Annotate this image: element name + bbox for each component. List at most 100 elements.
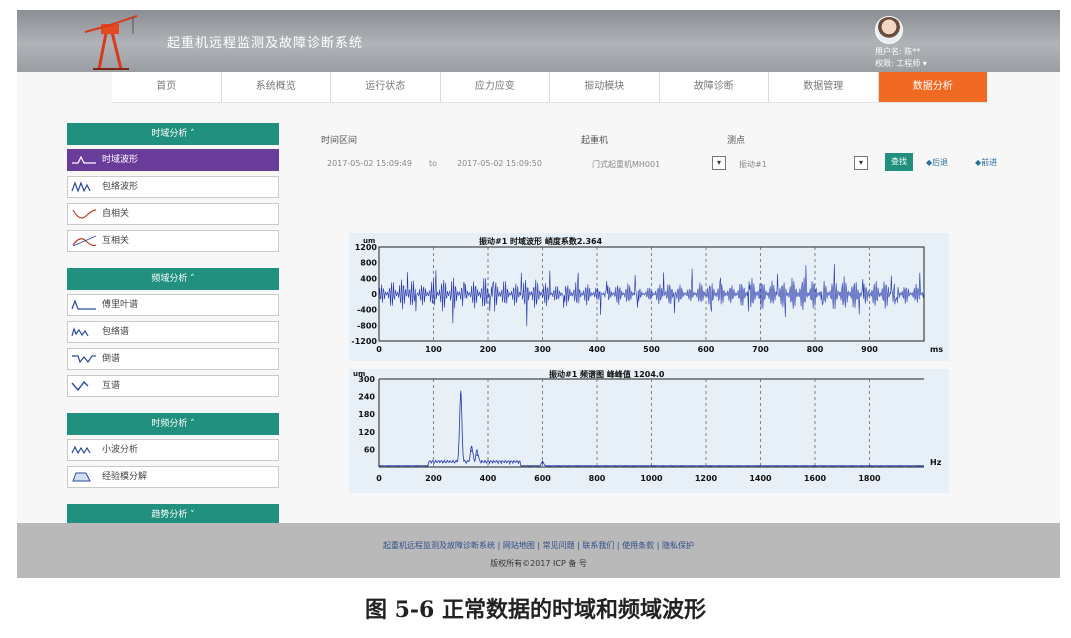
y-tick-label: 400 [360, 274, 377, 283]
peak-point [541, 461, 544, 464]
y-tick-label: 60 [364, 445, 376, 454]
sidebar-item-label: 时域波形 [102, 155, 139, 165]
crane-label: 起重机 [581, 136, 609, 146]
sidebar-item-label: 傅里叶谱 [102, 300, 139, 310]
x-tick-label: 1400 [749, 474, 772, 483]
envelope-spectrum-icon [71, 327, 89, 337]
sidebar-item-envelope-spectrum[interactable]: 包络谱 [67, 321, 279, 343]
x-axis-unit: ms [930, 345, 943, 354]
crane-logo [84, 15, 138, 70]
y-tick-label: -400 [357, 306, 377, 315]
tab-home[interactable]: 首页 [112, 72, 221, 102]
tab-vibration[interactable]: 振动模块 [549, 72, 659, 102]
peak-point [470, 450, 473, 452]
chevron-down-icon[interactable]: ▾ [854, 156, 868, 170]
fourier-spectrum-icon [71, 299, 96, 310]
x-tick-label: 800 [807, 345, 824, 354]
x-axis-unit: Hz [930, 458, 942, 467]
tab-stress-strain[interactable]: 应力应变 [439, 72, 550, 102]
cepstrum-icon [72, 355, 96, 364]
x-tick-label: 800 [589, 474, 606, 483]
end-time-input[interactable]: 2017-05-02 15:09:50 [457, 159, 542, 168]
time-separator: to [429, 159, 438, 168]
tab-system-overview[interactable]: 系统概览 [220, 72, 331, 102]
group-header-frequency-analysis[interactable]: 频域分析 ˄ [67, 268, 279, 290]
header: 起重机远程监测及故障诊断系统 用户名: 陈** 权限: 工程师 ▾ [17, 10, 1060, 72]
autocorrelation-icon [72, 209, 97, 219]
x-tick-label: 400 [589, 345, 606, 354]
sidebar-item-autocorrelation[interactable]: 自相关 [67, 203, 279, 225]
sidebar-item-cross-spectrum[interactable]: 互谱 [67, 375, 279, 397]
sidebar-item-label: 互谱 [102, 381, 121, 391]
sidebar-item-time-wave[interactable]: 时域波形 [67, 149, 279, 171]
forward-button[interactable]: ◆前进 [975, 157, 997, 168]
user-avatar[interactable] [875, 16, 903, 44]
sidebar: 时域分析 ˄ 时域波形 包络波形 自相关 互相关 频域分析 ˄ 傅里叶谱 包络谱… [67, 123, 279, 542]
back-button[interactable]: ◆后退 [926, 157, 948, 168]
tab-data-analysis[interactable]: 数据分析 [877, 72, 987, 102]
sidebar-group-frequency: 频域分析 ˄ 傅里叶谱 包络谱 倒谱 互谱 [67, 268, 279, 397]
sidebar-item-emd[interactable]: 经验模分解 [67, 466, 279, 488]
crosscorrelation-icon [72, 235, 97, 247]
app-title: 起重机远程监测及故障诊断系统 [167, 36, 364, 51]
wavelet-icon [71, 445, 91, 455]
sidebar-item-label: 自相关 [102, 209, 130, 219]
time-wave-icon [72, 155, 96, 164]
frequency-spectrum-chart: 0 200 400 600 800 1000 1200 1400 1600 18003002401… [353, 369, 942, 483]
sidebar-item-fourier[interactable]: 傅里叶谱 [67, 294, 279, 316]
y-axis-unit: um [363, 237, 375, 245]
sidebar-item-label: 小波分析 [102, 445, 139, 455]
y-axis-unit: um [353, 370, 365, 378]
x-tick-label: 900 [861, 345, 878, 354]
y-tick-label: 240 [358, 393, 375, 402]
footer: 起重机远程监测及故障诊断系统 | 网站地图 | 常见问题 | 联系我们 | 使用… [17, 523, 1060, 578]
y-tick-label: -1200 [351, 337, 377, 346]
time-domain-chart: 0 100 200 300 400 500 600 700 800 90012008004000-… [351, 236, 943, 354]
x-tick-label: 700 [752, 345, 769, 354]
x-tick-label: 200 [425, 474, 442, 483]
sidebar-item-label: 包络波形 [102, 182, 139, 192]
x-tick-label: 400 [480, 474, 497, 483]
group-header-time-frequency-analysis[interactable]: 时频分析 ˄ [67, 413, 279, 435]
x-tick-label: 200 [480, 345, 497, 354]
user-name: 用户名: 陈** [875, 47, 921, 56]
footer-links[interactable]: 起重机远程监测及故障诊断系统 | 网站地图 | 常见问题 | 联系我们 | 使用… [17, 540, 1060, 551]
figure-caption: 图 5-6 正常数据的时域和频域波形 [364, 597, 707, 623]
time-range-label: 时间区间 [321, 136, 358, 146]
sidebar-item-label: 包络谱 [102, 327, 130, 337]
tab-fault-diagnosis[interactable]: 故障诊断 [658, 72, 769, 102]
main-content: 时间区间 2017-05-02 15:09:49 to 2017-05-02 1… [309, 123, 1039, 518]
cross-spectrum-icon [71, 380, 89, 392]
sidebar-item-wavelet[interactable]: 小波分析 [67, 439, 279, 461]
x-tick-label: 1000 [640, 474, 663, 483]
x-tick-label: 500 [643, 345, 660, 354]
x-tick-label: 600 [698, 345, 715, 354]
time-domain-chart-panel: 0 100 200 300 400 500 600 700 800 900 1200 800 400 0-… [349, 233, 949, 361]
query-button[interactable]: 查找 [885, 153, 913, 171]
tab-running-status[interactable]: 运行状态 [330, 72, 440, 102]
sidebar-item-crosscorrelation[interactable]: 互相关 [67, 230, 279, 252]
sidebar-item-cepstrum[interactable]: 倒谱 [67, 348, 279, 370]
chart-title: 振动#1 频谱图 峰峰值 1204.0 [549, 369, 665, 379]
x-tick-label: 0 [376, 474, 382, 483]
y-tick-label: 120 [358, 428, 375, 437]
sidebar-item-envelope-wave[interactable]: 包络波形 [67, 176, 279, 198]
group-header-time-analysis[interactable]: 时域分析 ˄ [67, 123, 279, 145]
x-tick-label: 1200 [695, 474, 718, 483]
sidebar-item-label: 倒谱 [102, 354, 121, 364]
y-tick-label: 800 [360, 259, 377, 268]
crane-select[interactable]: 门式起重机MH001 [592, 159, 660, 173]
main-nav: 首页 系统概览 运行状态 应力应变 振动模块 故障诊断 数据管理 数据分析 [112, 72, 987, 103]
point-select[interactable]: 振动#1 [739, 159, 767, 173]
x-tick-label: 1600 [804, 474, 827, 483]
tab-data-management[interactable]: 数据管理 [768, 72, 878, 102]
x-tick-label: 1800 [858, 474, 881, 483]
frequency-chart-panel: 0 200 400 600 800 1000 1200 1400 1600 1800 300 240 1… [349, 369, 949, 493]
chevron-down-icon[interactable]: ▾ [712, 156, 726, 170]
sidebar-group-time: 时域分析 ˄ 时域波形 包络波形 自相关 互相关 [67, 123, 279, 252]
user-role-dropdown[interactable]: 权限: 工程师 ▾ [875, 58, 927, 69]
app-frame: 起重机远程监测及故障诊断系统 用户名: 陈** 权限: 工程师 ▾ 首页 系统概… [17, 10, 1060, 578]
start-time-input[interactable]: 2017-05-02 15:09:49 [327, 159, 412, 168]
emd-icon [72, 472, 91, 482]
envelope-wave-icon [71, 181, 91, 193]
